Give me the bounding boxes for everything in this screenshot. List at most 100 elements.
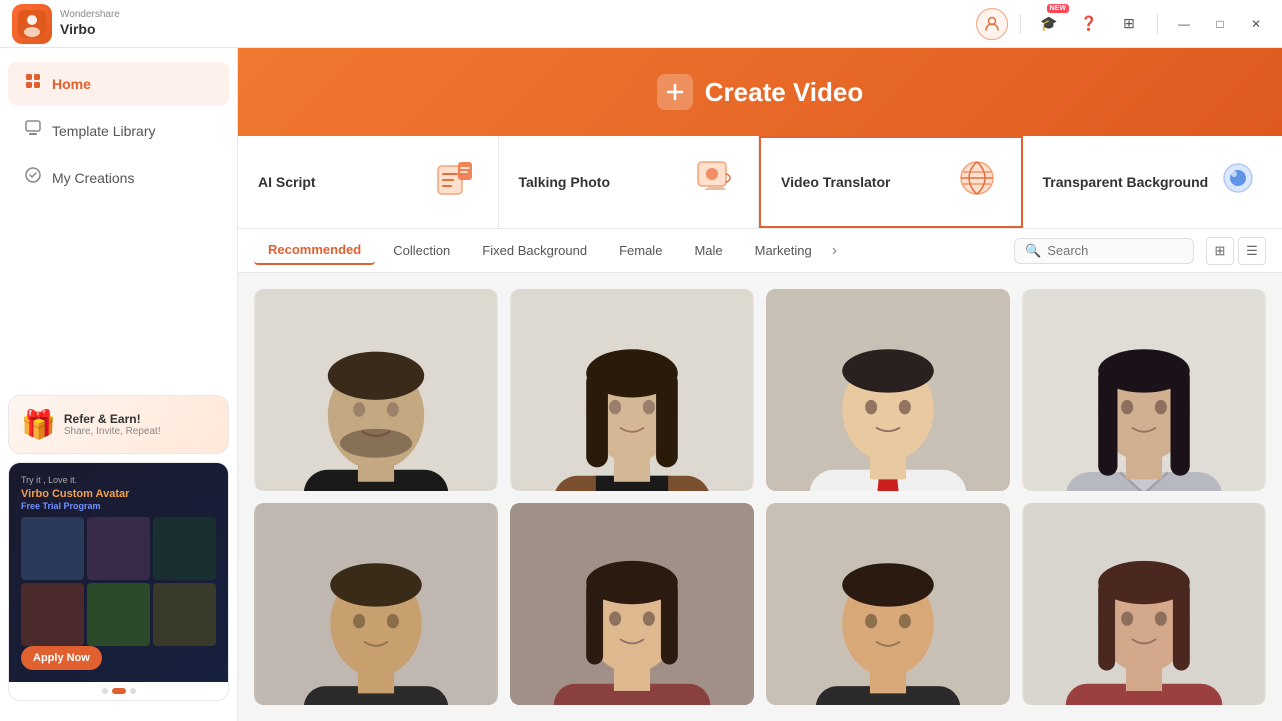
apply-now-button[interactable]: Apply Now xyxy=(21,646,102,670)
avatar-thumb-1 xyxy=(21,517,84,580)
filter-recommended[interactable]: Recommended xyxy=(254,236,375,265)
avatar-image-7 xyxy=(766,503,1010,705)
template-library-icon xyxy=(24,119,42,142)
title-bar-controls: NEW 🎓 ❓ ⊞ — □ ✕ xyxy=(976,8,1270,40)
avatar-image-8 xyxy=(1022,503,1266,705)
avatar-thumb-4 xyxy=(21,583,84,646)
refer-earn-subtitle: Share, Invite, Repeat! xyxy=(64,426,161,437)
sidebar-bottom: 🎁 Refer & Earn! Share, Invite, Repeat! T… xyxy=(0,387,237,709)
custom-avatar-brand: Virbo Custom Avatar xyxy=(21,487,216,501)
custom-avatar-program: Free Trial Program xyxy=(21,501,216,513)
list-view-button[interactable]: ☰ xyxy=(1238,237,1266,265)
main-layout: Home Template Library My Creations xyxy=(0,48,1282,721)
dot-2 xyxy=(112,688,126,694)
refer-earn-text: Refer & Earn! Share, Invite, Repeat! xyxy=(64,412,161,437)
avatar-image-ruby xyxy=(766,289,1010,491)
restore-button[interactable]: □ xyxy=(1206,10,1234,38)
feature-video-translator[interactable]: Video Translator xyxy=(759,136,1023,228)
search-input[interactable] xyxy=(1047,243,1167,258)
transparent-bg-icon xyxy=(1214,154,1262,210)
avatar-preview-grid xyxy=(21,517,216,646)
avatar-card-ruby[interactable]: Ruby-Games xyxy=(766,289,1010,491)
avatar-image-elena xyxy=(510,289,754,491)
help-icon-button[interactable]: ❓ xyxy=(1073,8,1105,40)
divider-2 xyxy=(1157,14,1158,34)
filter-marketing[interactable]: Marketing xyxy=(741,237,826,264)
avatar-image-5 xyxy=(254,503,498,705)
video-translator-label: Video Translator xyxy=(781,174,890,190)
app-branding: Wondershare Virbo xyxy=(12,4,120,44)
sidebar-item-home[interactable]: Home xyxy=(8,62,229,105)
title-bar: Wondershare Virbo NEW 🎓 ❓ ⊞ — □ ✕ xyxy=(0,0,1282,48)
grid-view-button[interactable]: ⊞ xyxy=(1206,237,1234,265)
filter-male[interactable]: Male xyxy=(680,237,736,264)
custom-avatar-title: Try it , Love it. Virbo Custom Avatar Fr… xyxy=(21,475,216,513)
avatar-card-brandt[interactable]: Brandt-Casual xyxy=(254,289,498,491)
search-box: 🔍 xyxy=(1014,238,1194,264)
avatar-card-8[interactable] xyxy=(1022,503,1266,705)
refer-earn-title: Refer & Earn! xyxy=(64,412,161,426)
filter-collection[interactable]: Collection xyxy=(379,237,464,264)
sidebar-item-template-library[interactable]: Template Library xyxy=(8,109,229,152)
new-badge: NEW xyxy=(1047,4,1069,13)
close-button[interactable]: ✕ xyxy=(1242,10,1270,38)
create-video-banner[interactable]: Create Video xyxy=(238,48,1282,136)
filter-female[interactable]: Female xyxy=(605,237,676,264)
video-translator-icon xyxy=(953,154,1001,210)
app-name-block: Wondershare Virbo xyxy=(60,9,120,38)
minimize-button[interactable]: — xyxy=(1170,10,1198,38)
avatar-image-brandt xyxy=(254,289,498,491)
transparent-bg-label: Transparent Background xyxy=(1043,174,1209,190)
hero-content: Create Video xyxy=(657,74,863,110)
dot-3 xyxy=(130,688,136,694)
view-toggle: ⊞ ☰ xyxy=(1206,237,1266,265)
graduation-icon-button[interactable]: NEW 🎓 xyxy=(1033,8,1065,40)
feature-talking-photo[interactable]: Talking Photo xyxy=(499,136,760,228)
refer-earn-card[interactable]: 🎁 Refer & Earn! Share, Invite, Repeat! xyxy=(8,395,229,454)
promo-dots xyxy=(9,682,228,700)
avatar-card-5[interactable]: HOT xyxy=(254,503,498,705)
avatar-image-6 xyxy=(510,503,754,705)
avatar-card-elena[interactable]: Elena-Professional xyxy=(510,289,754,491)
hero-title: Create Video xyxy=(705,77,863,108)
feature-cards-row: AI Script Talking Photo xyxy=(238,136,1282,229)
sidebar-label-my-creations: My Creations xyxy=(52,170,134,186)
filter-more-button[interactable]: › xyxy=(832,242,837,260)
grid-icon-button[interactable]: ⊞ xyxy=(1113,8,1145,40)
filter-fixed-background[interactable]: Fixed Background xyxy=(468,237,601,264)
home-icon xyxy=(24,72,42,95)
talking-photo-icon xyxy=(690,154,738,210)
dot-1 xyxy=(102,688,108,694)
avatar-thumb-5 xyxy=(87,583,150,646)
custom-avatar-content: Try it , Love it. Virbo Custom Avatar Fr… xyxy=(9,463,228,682)
avatar-gallery: Brandt-Casual xyxy=(238,273,1282,721)
avatar-card-7[interactable] xyxy=(766,503,1010,705)
ai-script-icon xyxy=(430,154,478,210)
avatar-card-6[interactable] xyxy=(510,503,754,705)
divider-1 xyxy=(1020,14,1021,34)
user-avatar-button[interactable] xyxy=(976,8,1008,40)
avatar-thumb-2 xyxy=(87,517,150,580)
refer-earn-content: 🎁 Refer & Earn! Share, Invite, Repeat! xyxy=(9,396,228,453)
custom-avatar-tag: Try it , Love it. xyxy=(21,475,216,487)
sidebar-item-my-creations[interactable]: My Creations xyxy=(8,156,229,199)
filter-bar: Recommended Collection Fixed Background … xyxy=(238,229,1282,273)
talking-photo-label: Talking Photo xyxy=(519,174,611,190)
gift-icon: 🎁 xyxy=(21,408,56,441)
feature-ai-script[interactable]: AI Script xyxy=(238,136,499,228)
ai-script-label: AI Script xyxy=(258,174,316,190)
avatar-thumb-6 xyxy=(153,583,216,646)
avatar-card-harper[interactable]: Harper-Promotion xyxy=(1022,289,1266,491)
avatar-thumb-3 xyxy=(153,517,216,580)
custom-avatar-card[interactable]: Try it , Love it. Virbo Custom Avatar Fr… xyxy=(8,462,229,701)
app-brand: Wondershare xyxy=(60,9,120,21)
plus-icon xyxy=(657,74,693,110)
feature-transparent-bg[interactable]: Transparent Background xyxy=(1023,136,1282,228)
sidebar-label-template-library: Template Library xyxy=(52,123,156,139)
avatar-image-harper xyxy=(1022,289,1266,491)
search-icon: 🔍 xyxy=(1025,243,1041,259)
my-creations-icon xyxy=(24,166,42,189)
sidebar: Home Template Library My Creations xyxy=(0,48,238,721)
app-title: Virbo xyxy=(60,21,120,38)
app-logo xyxy=(12,4,52,44)
